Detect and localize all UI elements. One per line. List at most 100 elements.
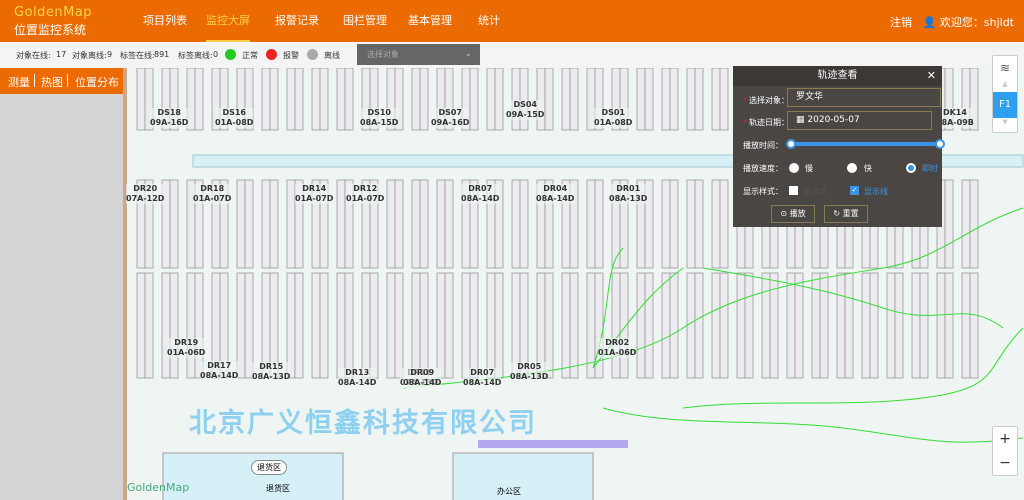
shelf-rack [144, 272, 154, 379]
shelf-range: 01A-06D [167, 348, 206, 357]
speed-slow-label: 慢 [805, 164, 813, 173]
select-object-dropdown[interactable]: 选择对象 ⌄ [357, 44, 480, 65]
nav-statistics[interactable]: 统计 [478, 0, 500, 42]
tool-heatmap[interactable]: 热图 [41, 74, 63, 90]
floor-control: ≋ ▲ F1 ▼ [992, 55, 1018, 133]
play-button[interactable]: ⊙ 播放 [771, 205, 815, 223]
shelf-rack [661, 272, 671, 379]
shelf-code: DR17 [207, 361, 232, 370]
shelf-mid-label: DR01 08A-13D [609, 184, 648, 204]
nav-fence-management[interactable]: 围栏管理 [343, 0, 387, 42]
speed-instant-radio[interactable] [906, 163, 916, 173]
show-lines-label: 显示线 [864, 187, 888, 196]
shelf-code: DR12 [353, 184, 378, 193]
nav-monitor-screen[interactable]: 监控大屏 [206, 0, 250, 42]
user-icon: 👤 [922, 16, 937, 29]
shelf-bottom-label: DR15 08A-13D [252, 362, 291, 382]
shelf-range: 09A-15D [506, 110, 545, 119]
shelf-rack [644, 272, 654, 379]
shelf-code: DR07 [470, 368, 495, 377]
refresh-icon: ↻ [833, 209, 841, 218]
shelf-rack [386, 179, 396, 269]
shelf-rack [136, 68, 146, 131]
shelf-range: 08A-13D [510, 372, 549, 381]
logout-link[interactable]: 注销 [890, 14, 912, 30]
shelf-rack [669, 68, 679, 131]
show-points-label: 显示点 [803, 187, 827, 196]
legend-normal: 正常 [242, 51, 258, 60]
shelf-rack [944, 272, 954, 379]
shelf-rack [894, 272, 904, 379]
zoom-out-button[interactable]: − [993, 451, 1017, 475]
time-slider[interactable] [786, 139, 945, 149]
layers-icon[interactable]: ≋ [993, 56, 1017, 80]
speed-fast-label: 快 [864, 164, 872, 173]
object-input[interactable]: 罗文华 [787, 88, 941, 107]
slider-start-handle[interactable] [786, 139, 796, 149]
nav-alarm-records[interactable]: 报警记录 [275, 0, 319, 42]
shelf-rack [919, 272, 929, 379]
shelf-code: DR14 [302, 184, 327, 193]
speed-instant-label: 即时 [922, 164, 938, 173]
shelf-code: DR04 [543, 184, 568, 193]
shelf-range: 01A-07D [346, 194, 385, 203]
nav-project-list[interactable]: 项目列表 [143, 0, 187, 42]
top-nav-bar: GoldenMap 位置监控系统 项目列表 监控大屏 报警记录 围栏管理 基本管… [0, 0, 1024, 42]
shelf-rack [419, 179, 429, 269]
shelf-range: 08A-14D [200, 371, 239, 380]
floor-current[interactable]: F1 [993, 92, 1017, 118]
nav-basic-management[interactable]: 基本管理 [408, 0, 452, 42]
shelf-rack [261, 179, 271, 269]
shelf-top-label: DS07 09A-16D [431, 108, 470, 128]
shelf-rack [561, 272, 571, 379]
track-view-dialog: 轨迹查看 ✕ * 选择对象： 罗文华 * 轨迹日期： ▦ 2020-05-07 播放… [733, 66, 945, 227]
time-label: 播放时间： [743, 141, 783, 150]
floor-up-icon[interactable]: ▲ [993, 80, 1017, 92]
obj-online-count: 17 [56, 50, 67, 59]
shelf-rack [594, 272, 604, 379]
select-placeholder: 选择对象 [367, 50, 399, 59]
return-zone [162, 452, 344, 500]
slider-end-handle[interactable] [935, 139, 945, 149]
shelf-rack [569, 68, 579, 131]
shelf-rack [336, 272, 346, 379]
show-points-checkbox[interactable] [789, 186, 798, 195]
reset-button[interactable]: ↻ 重置 [824, 205, 868, 223]
tag-online-count: 891 [154, 50, 170, 59]
shelf-rack [261, 68, 271, 131]
tool-position-distribution[interactable]: 位置分布 [75, 74, 119, 90]
speed-fast-radio[interactable] [847, 163, 857, 173]
shelf-rack [136, 272, 146, 379]
shelf-rack [711, 68, 721, 131]
shelf-rack [636, 68, 646, 131]
shelf-rack [669, 179, 679, 269]
toolbar-divider [34, 74, 35, 87]
shelf-rack [686, 68, 696, 131]
shelf-rack [586, 179, 596, 269]
shelf-rack [244, 179, 254, 269]
shelf-top-label: DS18 09A-16D [150, 108, 189, 128]
close-icon[interactable]: ✕ [927, 66, 936, 86]
shelf-code: DR02 [605, 338, 630, 347]
shelf-rack [961, 272, 971, 379]
shelf-rack [286, 68, 296, 131]
zoom-in-button[interactable]: + [993, 427, 1017, 451]
shelf-mid-label: DR07 08A-14D [461, 184, 500, 204]
shelf-rack [819, 272, 829, 379]
shelf-rack [969, 179, 979, 269]
shelf-top-label: DS16 01A-08D [215, 108, 254, 128]
office-zone [452, 452, 594, 500]
shelf-rack [661, 179, 671, 269]
tool-measure[interactable]: 测量 [8, 74, 30, 90]
shelf-code: DS04 [513, 100, 537, 109]
shelf-bottom-label: DR19 01A-06D [167, 338, 206, 358]
floor-down-icon[interactable]: ▼ [993, 118, 1017, 130]
speed-slow-radio[interactable] [789, 163, 799, 173]
date-input[interactable]: ▦ 2020-05-07 [787, 111, 932, 130]
zone-label-office: 办公区 [497, 487, 521, 496]
user-welcome[interactable]: 👤 欢迎您：shjldt [923, 14, 1014, 30]
alarm-dot-icon [266, 49, 277, 60]
shelf-rack [961, 179, 971, 269]
show-lines-checkbox[interactable]: ✓ [850, 186, 859, 195]
shelf-top-label: DS04 09A-15D [506, 100, 545, 120]
